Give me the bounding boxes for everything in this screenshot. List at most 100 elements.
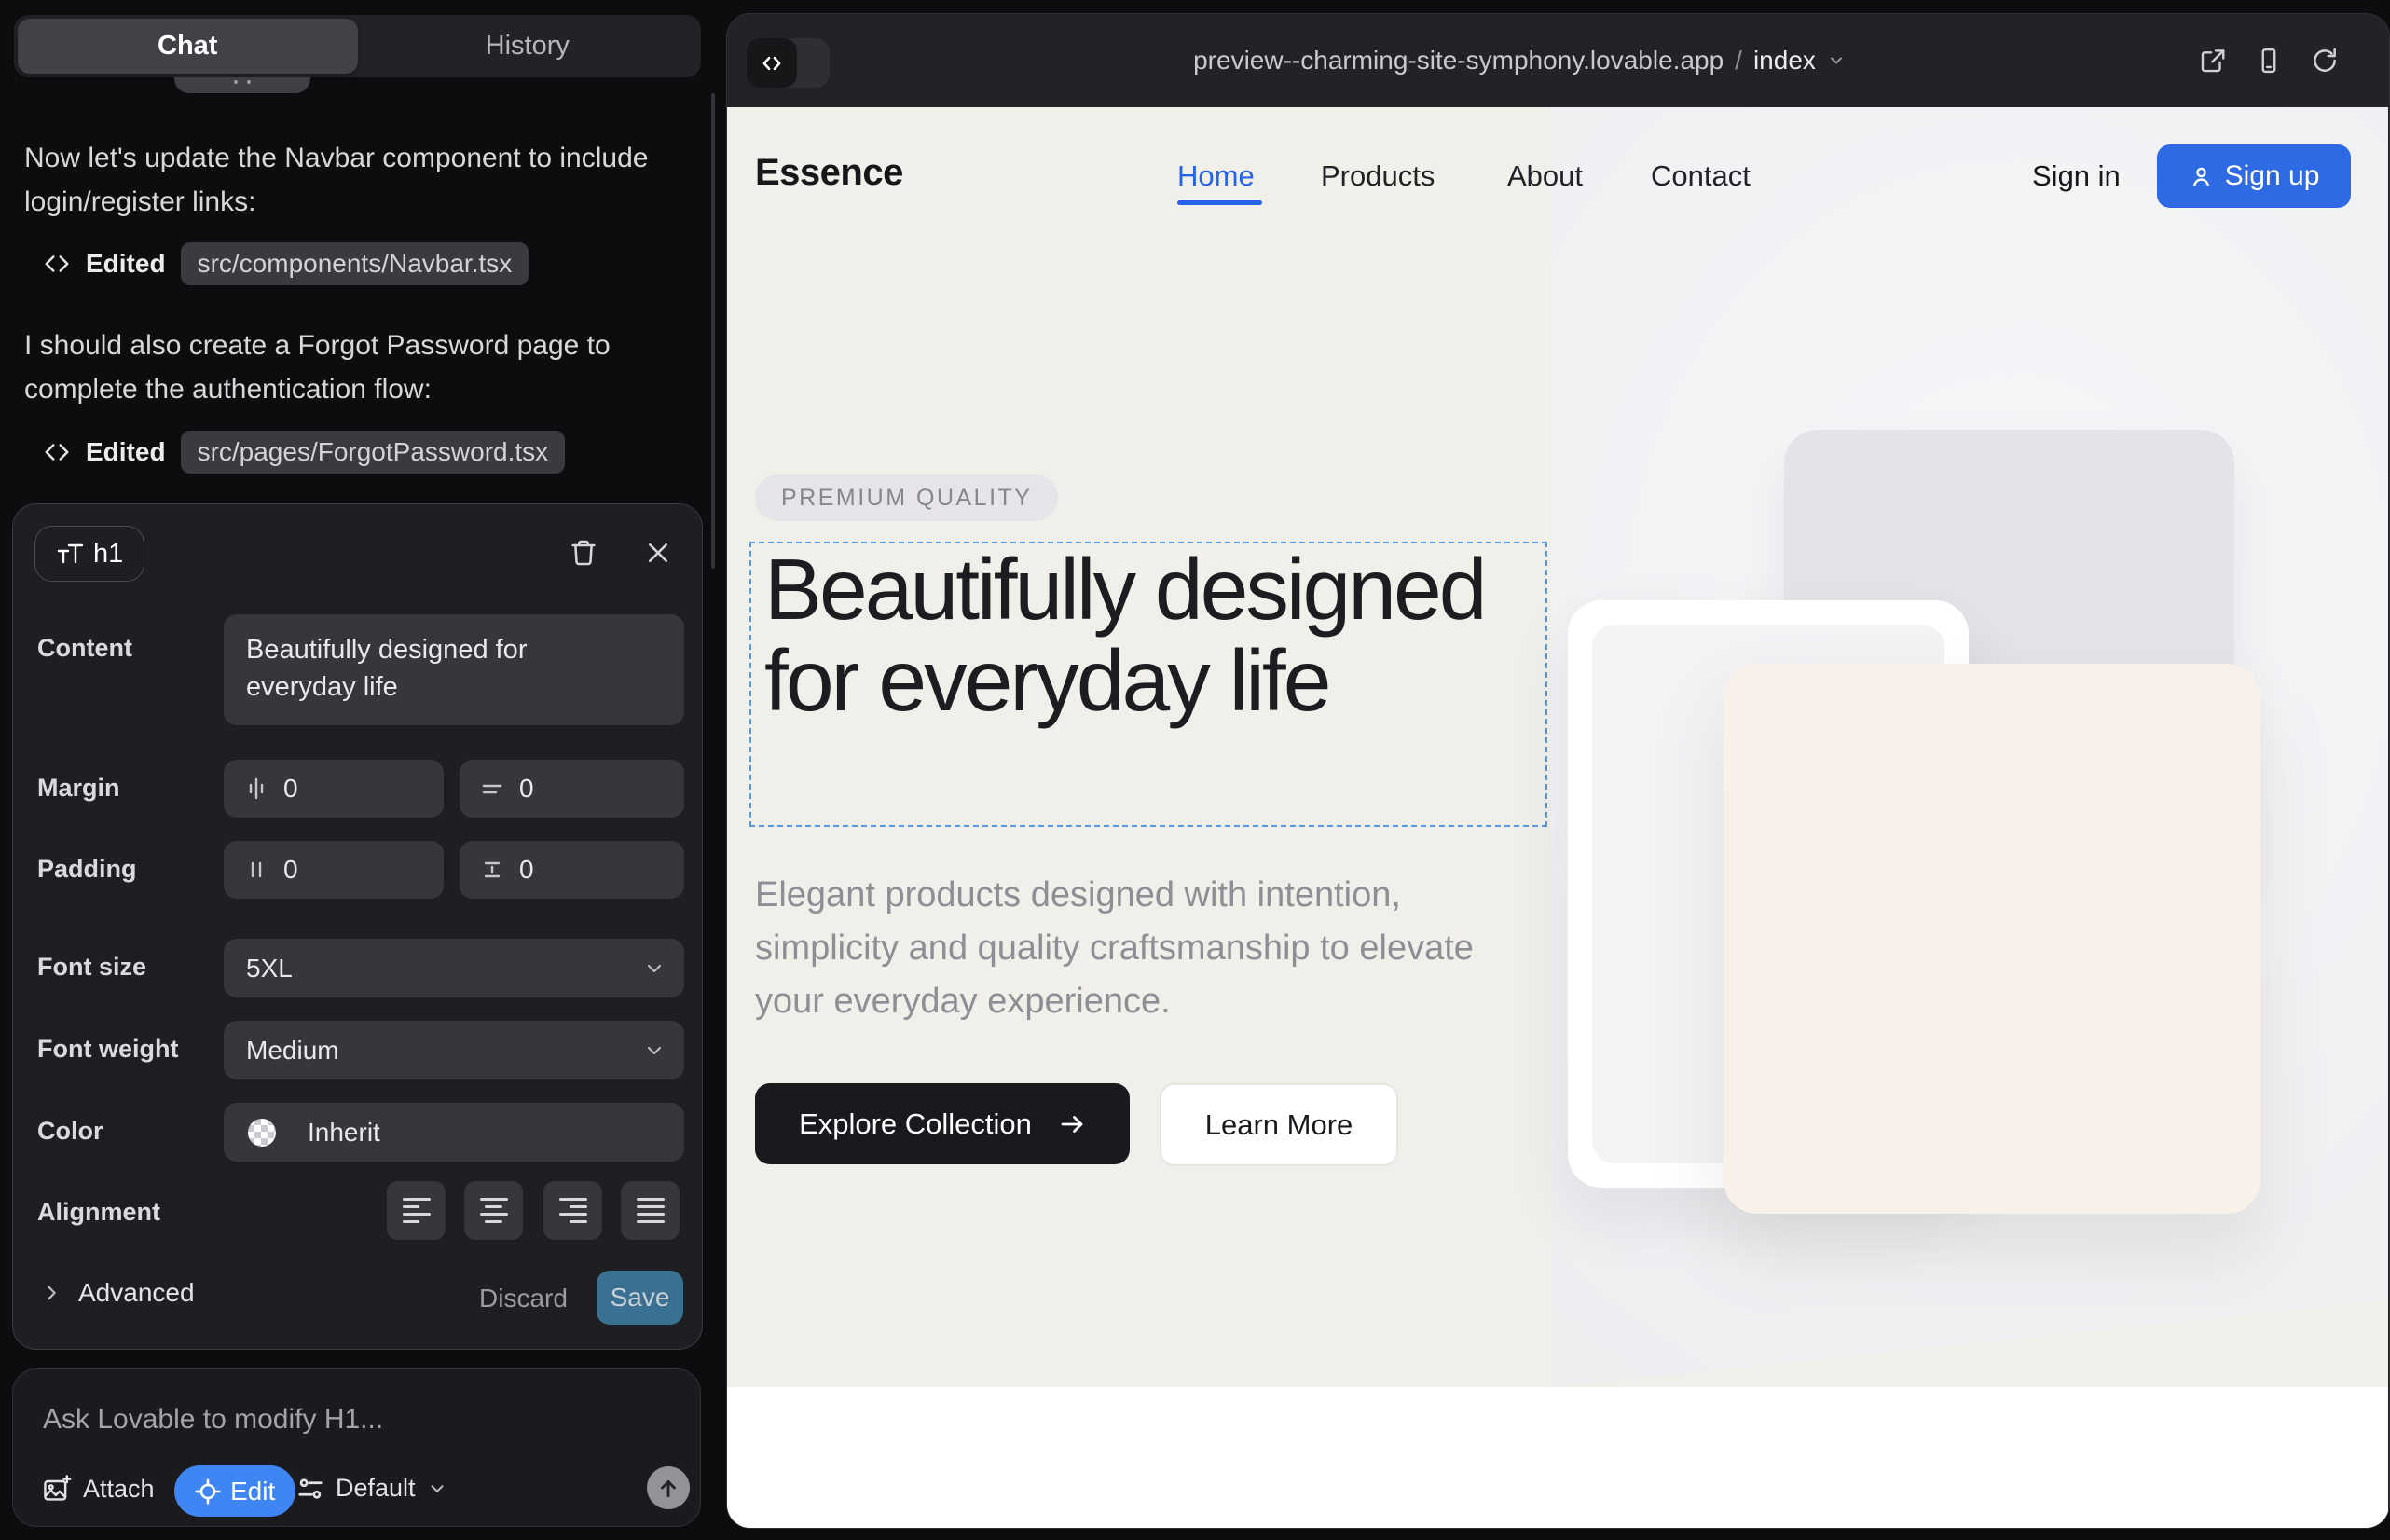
- save-button[interactable]: Save: [597, 1271, 683, 1325]
- chevron-down-icon: [1827, 51, 1846, 70]
- file-chip[interactable]: src/pages/ForgotPassword.tsx: [181, 431, 566, 474]
- arrow-right-icon: [1058, 1110, 1086, 1138]
- trash-icon: [569, 538, 598, 568]
- hero-heading[interactable]: Beautifully designed for everyday life: [764, 543, 1540, 726]
- align-left-icon: [403, 1198, 431, 1223]
- send-button[interactable]: [647, 1466, 690, 1509]
- font-weight-select[interactable]: Medium: [224, 1021, 684, 1079]
- refresh-icon[interactable]: [2311, 47, 2339, 75]
- align-left-button[interactable]: [387, 1181, 446, 1240]
- decorative-card-beige: [1724, 664, 2260, 1214]
- advanced-toggle[interactable]: Advanced: [41, 1278, 195, 1308]
- preview-page: Essence Home Products About Contact Sign…: [727, 107, 2388, 1528]
- open-external-icon[interactable]: [2199, 47, 2227, 75]
- site-logo[interactable]: Essence: [755, 152, 903, 194]
- preview-browser-window: preview--charming-site-symphony.lovable.…: [726, 13, 2390, 1529]
- padding-x-input[interactable]: 0: [224, 841, 444, 899]
- mobile-view-icon[interactable]: [2255, 47, 2283, 75]
- padding-y-icon: [478, 856, 506, 884]
- learn-more-button[interactable]: Learn More: [1160, 1083, 1398, 1166]
- default-mode-selector[interactable]: Default: [296, 1474, 447, 1503]
- sliders-icon: [296, 1475, 324, 1503]
- content-label: Content: [37, 634, 132, 663]
- url-separator: /: [1735, 46, 1742, 76]
- chevron-down-icon: [643, 957, 666, 980]
- code-icon: [43, 438, 71, 466]
- color-select[interactable]: Inherit: [224, 1103, 684, 1162]
- arrow-up-icon: [656, 1476, 680, 1500]
- chat-history-tabs: Chat History: [14, 15, 701, 77]
- padding-label: Padding: [37, 855, 137, 884]
- align-justify-button[interactable]: [621, 1181, 680, 1240]
- margin-y-icon: [478, 775, 506, 803]
- element-editor-panel: h1 Content Beautifully designed for ever…: [12, 503, 703, 1350]
- sign-up-button[interactable]: Sign up: [2157, 144, 2351, 208]
- url-bar[interactable]: preview--charming-site-symphony.lovable.…: [1193, 14, 1846, 107]
- active-nav-underline: [1177, 200, 1262, 205]
- color-label: Color: [37, 1117, 103, 1146]
- align-center-button[interactable]: [464, 1181, 523, 1240]
- selected-element-outline: Beautifully designed for everyday life: [749, 542, 1547, 827]
- margin-x-icon: [242, 775, 270, 803]
- chat-composer: Attach Edit Default: [12, 1368, 701, 1527]
- alignment-label: Alignment: [37, 1198, 160, 1227]
- ellipsis-dots-icon: [234, 80, 251, 84]
- edited-file-row: Edited src/pages/ForgotPassword.tsx: [43, 431, 565, 474]
- explore-collection-button[interactable]: Explore Collection: [755, 1083, 1130, 1164]
- premium-quality-badge: PREMIUM QUALITY: [755, 474, 1058, 521]
- align-center-icon: [480, 1198, 508, 1223]
- edited-file-row: Edited src/components/Navbar.tsx: [43, 242, 529, 285]
- discard-button[interactable]: Discard: [479, 1284, 568, 1313]
- sign-in-link[interactable]: Sign in: [2032, 159, 2121, 193]
- margin-x-input[interactable]: 0: [224, 760, 444, 818]
- tab-history[interactable]: History: [358, 19, 698, 74]
- element-tag-badge: h1: [34, 526, 144, 582]
- edit-mode-button[interactable]: Edit: [174, 1465, 295, 1517]
- chevron-down-icon: [427, 1478, 447, 1499]
- file-chip[interactable]: src/components/Navbar.tsx: [181, 242, 529, 285]
- tab-chat[interactable]: Chat: [18, 19, 358, 74]
- chat-message: Now let's update the Navbar component to…: [24, 136, 688, 224]
- margin-label: Margin: [37, 774, 120, 803]
- chevron-down-icon: [643, 1039, 666, 1062]
- nav-link-about[interactable]: About: [1507, 159, 1583, 193]
- below-hero-section: [727, 1387, 2388, 1528]
- align-justify-icon: [637, 1198, 665, 1223]
- target-icon: [195, 1478, 221, 1505]
- app-root: Chat History Now let's update the Navbar…: [0, 0, 2390, 1540]
- nav-link-contact[interactable]: Contact: [1651, 159, 1751, 193]
- attach-image-icon: [42, 1474, 72, 1504]
- url-host: preview--charming-site-symphony.lovable.…: [1193, 46, 1724, 76]
- scrolled-chip-remnant: [174, 77, 310, 93]
- delete-element-button[interactable]: [565, 534, 602, 571]
- nav-link-products[interactable]: Products: [1321, 159, 1435, 193]
- font-size-label: Font size: [37, 953, 146, 982]
- element-tag-label: h1: [93, 539, 123, 570]
- url-page: index: [1753, 46, 1816, 76]
- browser-actions: [2199, 14, 2339, 107]
- type-icon: [56, 541, 84, 567]
- edited-label: Edited: [86, 437, 166, 467]
- chevron-right-icon: [41, 1283, 62, 1303]
- user-icon: [2189, 164, 2214, 189]
- code-preview-toggle[interactable]: [747, 38, 830, 88]
- code-icon: [43, 250, 71, 278]
- close-icon: [644, 539, 672, 567]
- hero-paragraph: Elegant products designed with intention…: [755, 869, 1515, 1028]
- edited-label: Edited: [86, 249, 166, 279]
- attach-button[interactable]: Attach: [42, 1474, 155, 1504]
- padding-y-input[interactable]: 0: [460, 841, 684, 899]
- close-panel-button[interactable]: [639, 534, 677, 571]
- font-weight-label: Font weight: [37, 1035, 178, 1064]
- chat-scrollbar[interactable]: [711, 93, 715, 569]
- nav-link-home[interactable]: Home: [1177, 159, 1255, 193]
- padding-x-icon: [242, 856, 270, 884]
- align-right-button[interactable]: [543, 1181, 602, 1240]
- composer-input[interactable]: [41, 1397, 638, 1442]
- align-right-icon: [559, 1198, 587, 1223]
- chat-message: I should also create a Forgot Password p…: [24, 323, 688, 411]
- font-size-select[interactable]: 5XL: [224, 939, 684, 997]
- margin-y-input[interactable]: 0: [460, 760, 684, 818]
- content-input[interactable]: Beautifully designed for everyday life: [224, 614, 684, 725]
- color-swatch: [248, 1119, 276, 1147]
